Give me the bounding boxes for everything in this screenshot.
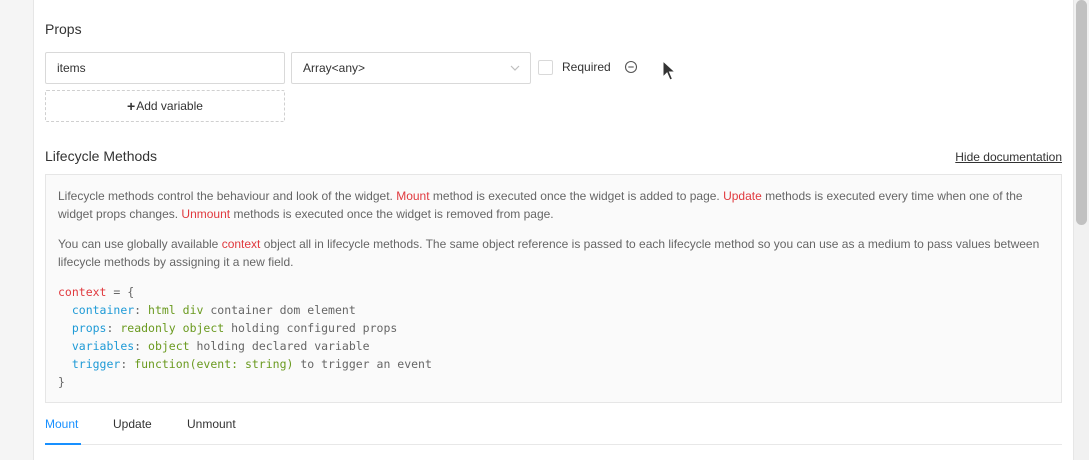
code-line: }	[58, 373, 1049, 391]
mouse-cursor-icon	[662, 60, 676, 81]
minus-circle-icon[interactable]	[624, 60, 638, 74]
code-token: context	[58, 285, 107, 299]
code-token: :	[134, 339, 149, 353]
code-token: html div	[148, 303, 204, 317]
lifecycle-section-title: Lifecycle Methods	[45, 148, 158, 164]
code-token: readonly object	[120, 321, 225, 335]
doc-paragraph-1: Lifecycle methods control the behaviour …	[58, 187, 1049, 223]
code-token: :	[106, 321, 121, 335]
add-variable-label: Add variable	[136, 99, 203, 113]
scrollbar-thumb[interactable]	[1076, 0, 1087, 225]
code-token: }	[58, 375, 65, 389]
hide-documentation-link[interactable]: Hide documentation	[955, 150, 1062, 164]
doc-text: method is executed once the widget is ad…	[429, 189, 724, 203]
plus-icon: +	[127, 98, 136, 114]
doc-paragraph-2: You can use globally available context o…	[58, 235, 1049, 271]
code-line: trigger: function(event: string) to trig…	[58, 355, 1049, 373]
doc-highlight-update: Update	[723, 189, 762, 203]
add-variable-button[interactable]: + Add variable	[45, 90, 285, 122]
tab-unmount[interactable]: Unmount	[187, 417, 236, 431]
chevron-down-icon	[510, 65, 520, 71]
required-checkbox[interactable]	[538, 59, 553, 75]
required-checkbox-label: Required	[562, 60, 611, 74]
code-token: container dom element	[203, 303, 356, 317]
code-line: container: html div container dom elemen…	[58, 301, 1049, 319]
code-token: holding configured props	[224, 321, 398, 335]
doc-text: Lifecycle methods control the behaviour …	[58, 189, 397, 203]
context-code-block: context = { container: html div containe…	[58, 283, 1049, 391]
code-line: context = {	[58, 283, 1049, 301]
doc-text: You can use globally available	[58, 237, 222, 251]
code-token: :	[120, 357, 135, 371]
code-token: props	[71, 321, 107, 335]
code-token: = {	[106, 285, 135, 299]
prop-type-select[interactable]: Array<any>	[291, 52, 531, 84]
code-token: function(event: string)	[134, 357, 294, 371]
lifecycle-documentation: Lifecycle methods control the behaviour …	[45, 174, 1062, 403]
code-token: holding declared variable	[189, 339, 370, 353]
required-checkbox-group[interactable]: Required	[538, 59, 611, 75]
active-tab-indicator	[45, 443, 81, 445]
code-line: props: readonly object holding configure…	[58, 319, 1049, 337]
code-line: variables: object holding declared varia…	[58, 337, 1049, 355]
code-token: object	[148, 339, 190, 353]
code-token: to trigger an event	[293, 357, 432, 371]
code-token: :	[134, 303, 149, 317]
tab-mount[interactable]: Mount	[45, 417, 78, 431]
doc-text: methods is executed once the widget is r…	[230, 207, 554, 221]
prop-type-value: Array<any>	[303, 61, 366, 75]
code-token: container	[71, 303, 135, 317]
prop-name-input[interactable]: items	[45, 52, 285, 84]
tab-update[interactable]: Update	[113, 417, 152, 431]
doc-highlight-unmount: Unmount	[181, 207, 231, 221]
code-token: variables	[71, 339, 135, 353]
code-token: trigger	[71, 357, 121, 371]
lifecycle-tabs: Mount Update Unmount	[45, 405, 1062, 445]
props-section-title: Props	[45, 21, 82, 37]
doc-highlight-mount: Mount	[396, 189, 430, 203]
doc-highlight-context: context	[221, 237, 261, 251]
